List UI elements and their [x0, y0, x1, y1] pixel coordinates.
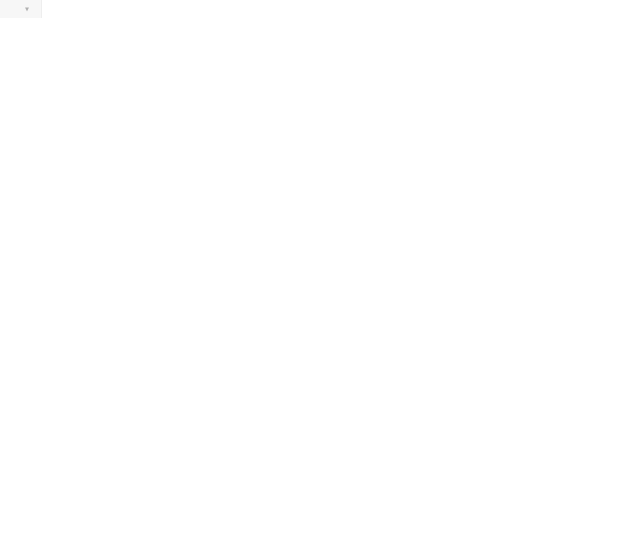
code-text-32[interactable] [42, 0, 54, 2]
code-line-32[interactable]: ▾ [0, 0, 637, 18]
gutter-32: ▾ [0, 0, 42, 18]
code-editor[interactable]: ▾ [0, 0, 637, 18]
fold-icon[interactable]: ▾ [24, 4, 33, 16]
